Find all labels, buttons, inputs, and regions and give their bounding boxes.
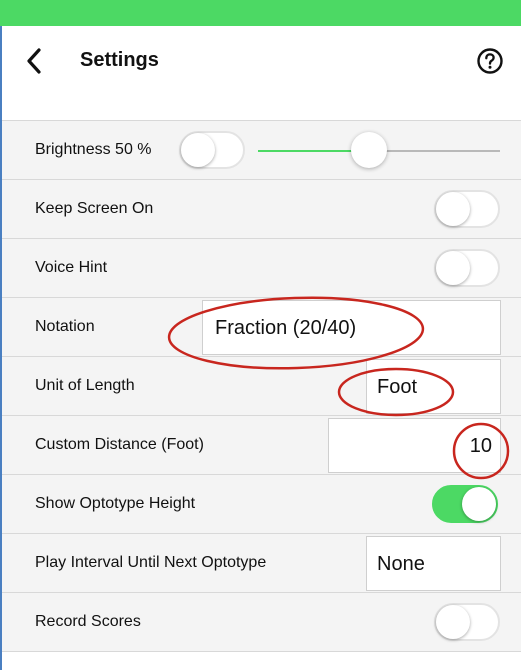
record-scores-label: Record Scores bbox=[35, 613, 141, 630]
toggle-knob bbox=[462, 487, 496, 521]
page-title: Settings bbox=[80, 49, 159, 71]
notation-label: Notation bbox=[35, 318, 95, 335]
toggle-knob bbox=[181, 133, 215, 167]
toggle-knob bbox=[436, 192, 470, 226]
voice-hint-label: Voice Hint bbox=[35, 259, 108, 276]
show-optotype-height-toggle[interactable] bbox=[432, 485, 498, 523]
navigation-bar: Settings bbox=[2, 26, 521, 120]
notation-select[interactable]: Fraction (20/40) bbox=[202, 300, 501, 355]
custom-distance-input[interactable]: 10 bbox=[328, 418, 501, 473]
brightness-row: Brightness 50 % bbox=[2, 120, 521, 179]
notation-value: Fraction (20/40) bbox=[215, 316, 357, 339]
play-interval-value: None bbox=[377, 552, 425, 575]
toggle-knob bbox=[436, 605, 470, 639]
status-bar bbox=[0, 0, 521, 26]
custom-distance-label: Custom Distance (Foot) bbox=[35, 436, 204, 453]
settings-list: Brightness 50 % Keep Screen On Voice Hin… bbox=[2, 120, 521, 652]
keep-screen-on-label: Keep Screen On bbox=[35, 200, 154, 217]
unit-of-length-value: Foot bbox=[377, 375, 418, 398]
slider-track bbox=[369, 150, 500, 152]
slider-thumb[interactable] bbox=[351, 132, 388, 168]
voice-hint-toggle[interactable] bbox=[434, 249, 500, 287]
help-button[interactable] bbox=[476, 47, 504, 75]
show-optotype-height-row: Show Optotype Height bbox=[2, 474, 521, 533]
question-circle-icon bbox=[477, 48, 503, 74]
play-interval-label: Play Interval Until Next Optotype bbox=[35, 554, 267, 571]
back-button[interactable] bbox=[22, 46, 52, 76]
voice-hint-row: Voice Hint bbox=[2, 238, 521, 297]
unit-of-length-label: Unit of Length bbox=[35, 377, 135, 394]
record-scores-toggle[interactable] bbox=[434, 603, 500, 641]
unit-of-length-select[interactable]: Foot bbox=[366, 359, 501, 414]
brightness-slider[interactable] bbox=[258, 132, 500, 168]
custom-distance-value: 10 bbox=[469, 434, 492, 457]
play-interval-select[interactable]: None bbox=[366, 536, 501, 591]
play-interval-row: Play Interval Until Next Optotype None bbox=[2, 533, 521, 592]
brightness-toggle[interactable] bbox=[179, 131, 245, 169]
toggle-knob bbox=[436, 251, 470, 285]
chevron-left-icon bbox=[27, 48, 41, 74]
keep-screen-on-row: Keep Screen On bbox=[2, 179, 521, 238]
show-optotype-height-label: Show Optotype Height bbox=[35, 495, 196, 512]
keep-screen-on-toggle[interactable] bbox=[434, 190, 500, 228]
notation-row: Notation Fraction (20/40) bbox=[2, 297, 521, 356]
custom-distance-row: Custom Distance (Foot) 10 bbox=[2, 415, 521, 474]
unit-of-length-row: Unit of Length Foot bbox=[2, 356, 521, 415]
record-scores-row: Record Scores bbox=[2, 592, 521, 652]
brightness-label: Brightness 50 % bbox=[35, 141, 152, 158]
